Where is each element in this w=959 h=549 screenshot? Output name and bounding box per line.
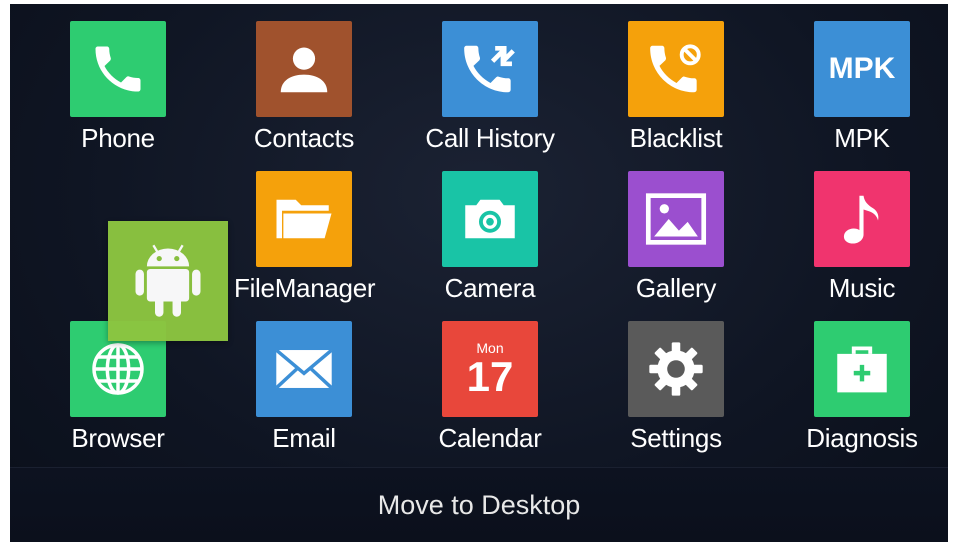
app-call-history[interactable]: Call History bbox=[420, 21, 560, 154]
app-drawer: Phone Contacts Call History Blacklist MP… bbox=[10, 4, 948, 542]
app-label: Camera bbox=[444, 273, 536, 303]
app-label: Settings bbox=[630, 423, 722, 453]
app-mpk[interactable]: MPK MPK bbox=[792, 21, 932, 154]
app-tile bbox=[256, 21, 352, 117]
app-tile bbox=[814, 321, 910, 417]
phone-icon bbox=[95, 46, 141, 92]
app-tile bbox=[628, 21, 724, 117]
app-label: FileManager bbox=[234, 273, 376, 303]
camera-icon bbox=[465, 199, 515, 239]
app-filemanager[interactable]: FileManager bbox=[234, 171, 376, 304]
app-tile bbox=[442, 21, 538, 117]
app-tile: MPK bbox=[814, 21, 910, 117]
app-label: Music bbox=[828, 273, 896, 303]
app-label: Blacklist bbox=[629, 123, 723, 153]
app-tile bbox=[442, 171, 538, 267]
app-label: Browser bbox=[71, 423, 165, 453]
app-label: Gallery bbox=[635, 273, 717, 303]
call-history-icon bbox=[464, 45, 515, 93]
app-tile bbox=[256, 321, 352, 417]
app-tile bbox=[814, 171, 910, 267]
music-note-icon bbox=[843, 195, 879, 244]
app-tile bbox=[70, 21, 166, 117]
app-email[interactable]: Email bbox=[234, 321, 374, 454]
app-blacklist[interactable]: Blacklist bbox=[606, 21, 746, 154]
dragged-app-tile[interactable] bbox=[108, 221, 228, 341]
app-music[interactable]: Music bbox=[792, 171, 932, 304]
app-phone[interactable]: Phone bbox=[48, 21, 188, 154]
calendar-day: 17 bbox=[466, 352, 514, 400]
app-label: Email bbox=[272, 423, 336, 453]
app-tile: Mon 17 bbox=[442, 321, 538, 417]
app-gallery[interactable]: Gallery bbox=[606, 171, 746, 304]
move-to-desktop-target[interactable]: Move to Desktop bbox=[10, 467, 948, 542]
app-label: Contacts bbox=[253, 123, 355, 153]
app-tile bbox=[256, 171, 352, 267]
app-camera[interactable]: Camera bbox=[420, 171, 560, 304]
person-icon bbox=[280, 47, 328, 93]
move-to-desktop-label: Move to Desktop bbox=[377, 489, 581, 520]
image-icon bbox=[645, 193, 707, 245]
app-tile bbox=[628, 171, 724, 267]
app-settings[interactable]: Settings bbox=[606, 321, 746, 454]
app-label: Diagnosis bbox=[806, 423, 918, 453]
app-label: Phone bbox=[81, 123, 155, 153]
app-label: Call History bbox=[425, 123, 555, 153]
app-label: MPK bbox=[834, 123, 890, 153]
app-tile bbox=[628, 321, 724, 417]
mpk-icon: MPK bbox=[828, 52, 896, 85]
app-label: Calendar bbox=[438, 423, 542, 453]
calendar-icon: Mon 17 bbox=[467, 341, 514, 398]
blocked-call-icon bbox=[650, 44, 701, 93]
app-diagnosis[interactable]: Diagnosis bbox=[792, 321, 932, 454]
folder-icon bbox=[276, 199, 332, 239]
app-calendar[interactable]: Mon 17 Calendar bbox=[420, 321, 560, 454]
gear-icon bbox=[649, 342, 703, 396]
globe-icon bbox=[92, 343, 144, 395]
envelope-icon bbox=[275, 348, 333, 390]
app-contacts[interactable]: Contacts bbox=[234, 21, 374, 154]
android-robot-icon bbox=[135, 244, 201, 317]
first-aid-kit-icon bbox=[837, 346, 887, 393]
